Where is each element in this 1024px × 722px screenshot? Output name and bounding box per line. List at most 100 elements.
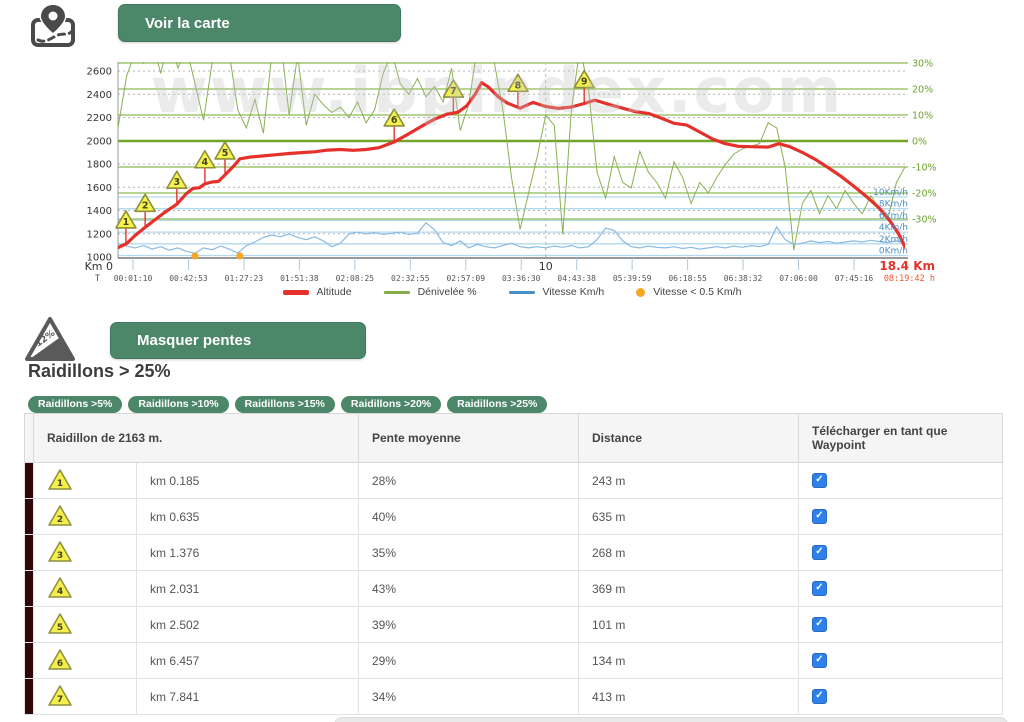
waypoint-checkbox[interactable]: ✓ [812, 473, 827, 488]
svg-text:04:43:38: 04:43:38 [557, 274, 596, 283]
raidillons-table: Raidillon de 2163 m. Pente moyenne Dista… [24, 413, 1003, 715]
waypoint-checkbox[interactable]: ✓ [812, 581, 827, 596]
svg-text:4Km/h: 4Km/h [879, 223, 908, 233]
warning-triangle-icon: 6 [34, 643, 137, 679]
legend-label: Dénivelée % [418, 286, 477, 298]
svg-text:01:27:23: 01:27:23 [225, 274, 264, 283]
svg-text:2: 2 [142, 200, 149, 211]
chart-legend: Altitude Dénivelée % Vitesse Km/h Vitesse <… [0, 286, 1024, 298]
row-color-bar [25, 643, 34, 679]
svg-text:1200: 1200 [87, 229, 112, 240]
warning-triangle-icon: 5 [34, 607, 137, 643]
svg-text:01:51:38: 01:51:38 [280, 274, 319, 283]
waypoint-checkbox[interactable]: ✓ [812, 653, 827, 668]
raidillon-filter-2[interactable]: Raidillons >10% [128, 396, 228, 413]
waypoint-cell: ✓ [799, 571, 1003, 607]
raidillon-filter-4[interactable]: Raidillons >20% [341, 396, 441, 413]
svg-text:-10%: -10% [912, 163, 937, 174]
svg-text:07:45:16: 07:45:16 [835, 274, 874, 283]
watermark: www.ibpindex.com [151, 54, 844, 127]
svg-text:-20%: -20% [912, 189, 937, 200]
svg-text:1: 1 [123, 217, 130, 228]
warning-triangle-icon: 7 [34, 679, 137, 715]
raidillons-title: Raidillons > 25% [28, 361, 171, 382]
svg-text:3: 3 [174, 177, 181, 188]
pente-cell: 29% [359, 643, 579, 679]
legend-item: Vitesse < 0.5 Km/h [636, 286, 741, 298]
svg-text:3: 3 [57, 551, 63, 561]
raidillon-filter-1[interactable]: Raidillons >5% [28, 396, 122, 413]
waypoint-checkbox[interactable]: ✓ [812, 617, 827, 632]
table-row: 1km 0.18528%243 m✓ [25, 463, 1003, 499]
svg-text:00:42:53: 00:42:53 [169, 274, 208, 283]
svg-text:02:57:09: 02:57:09 [446, 274, 485, 283]
table-header-row: Raidillon de 2163 m. Pente moyenne Dista… [25, 414, 1003, 463]
legend-label: Altitude [317, 286, 352, 298]
warning-triangle-icon: 4 [34, 571, 137, 607]
svg-text:05:39:59: 05:39:59 [613, 274, 652, 283]
svg-text:08:19:42 h: 08:19:42 h [884, 274, 935, 284]
pente-cell: 35% [359, 535, 579, 571]
row-color-bar [25, 463, 34, 499]
svg-text:02:08:25: 02:08:25 [336, 274, 375, 283]
svg-text:T: T [95, 274, 100, 284]
table-row: 7km 7.84134%413 m✓ [25, 679, 1003, 715]
svg-text:4: 4 [57, 587, 63, 597]
legend-label: Vitesse Km/h [543, 286, 605, 298]
pente-cell: 28% [359, 463, 579, 499]
waypoint-cell: ✓ [799, 643, 1003, 679]
waypoint-checkbox[interactable]: ✓ [812, 545, 827, 560]
svg-text:1600: 1600 [87, 183, 112, 194]
svg-text:03:36:30: 03:36:30 [502, 274, 541, 283]
svg-text:6: 6 [57, 659, 63, 669]
svg-text:2600: 2600 [87, 67, 112, 78]
header-waypoint: Télécharger en tant que Waypoint [799, 414, 1003, 463]
slow-speed-dot [236, 253, 243, 260]
svg-text:6Km/h: 6Km/h [879, 211, 908, 221]
km-cell: km 1.376 [137, 535, 359, 571]
svg-text:2: 2 [57, 515, 63, 525]
legend-swatch-icon [283, 290, 309, 295]
table-row: 4km 2.03143%369 m✓ [25, 571, 1003, 607]
svg-text:7: 7 [57, 695, 63, 705]
distance-cell: 243 m [579, 463, 799, 499]
legend-item: Dénivelée % [384, 286, 477, 298]
svg-text:10Km/h: 10Km/h [873, 188, 908, 198]
header-distance: Distance [579, 414, 799, 463]
legend-swatch-icon [636, 288, 645, 297]
table-row: 5km 2.50239%101 m✓ [25, 607, 1003, 643]
svg-text:30%: 30% [912, 59, 933, 70]
row-color-bar [25, 571, 34, 607]
km-cell: km 6.457 [137, 643, 359, 679]
waypoint-cell: ✓ [799, 679, 1003, 715]
waypoint-checkbox[interactable]: ✓ [812, 689, 827, 704]
slow-speed-dot [191, 253, 198, 260]
svg-text:2Km/h: 2Km/h [879, 235, 908, 245]
waypoint-cell: ✓ [799, 535, 1003, 571]
masquer-pentes-button[interactable]: Masquer pentes [110, 322, 366, 359]
waypoint-checkbox[interactable]: ✓ [812, 509, 827, 524]
header-color-bar [25, 414, 34, 463]
svg-text:Km 0: Km 0 [85, 260, 113, 273]
svg-text:2200: 2200 [87, 113, 112, 124]
svg-text:8Km/h: 8Km/h [879, 200, 908, 210]
raidillon-filter-5[interactable]: Raidillons >25% [447, 396, 547, 413]
waypoint-cell: ✓ [799, 607, 1003, 643]
table-row: 3km 1.37635%268 m✓ [25, 535, 1003, 571]
header-pente: Pente moyenne [359, 414, 579, 463]
svg-text:5: 5 [222, 148, 229, 159]
svg-text:0Km/h: 0Km/h [879, 247, 908, 257]
legend-swatch-icon [509, 291, 535, 294]
legend-item: Vitesse Km/h [509, 286, 605, 298]
svg-text:02:32:55: 02:32:55 [391, 274, 430, 283]
legend-swatch-icon [384, 291, 410, 294]
row-color-bar [25, 499, 34, 535]
warning-triangle-icon: 1 [34, 463, 137, 499]
waypoint-cell: ✓ [799, 463, 1003, 499]
km-cell: km 2.031 [137, 571, 359, 607]
km-cell: km 7.841 [137, 679, 359, 715]
elevation-profile-chart: 123456789www.ibpindex.com260024002200200… [0, 0, 1024, 312]
raidillon-filter-3[interactable]: Raidillons >15% [235, 396, 335, 413]
svg-text:07:06:00: 07:06:00 [779, 274, 818, 283]
svg-text:2000: 2000 [87, 136, 112, 147]
